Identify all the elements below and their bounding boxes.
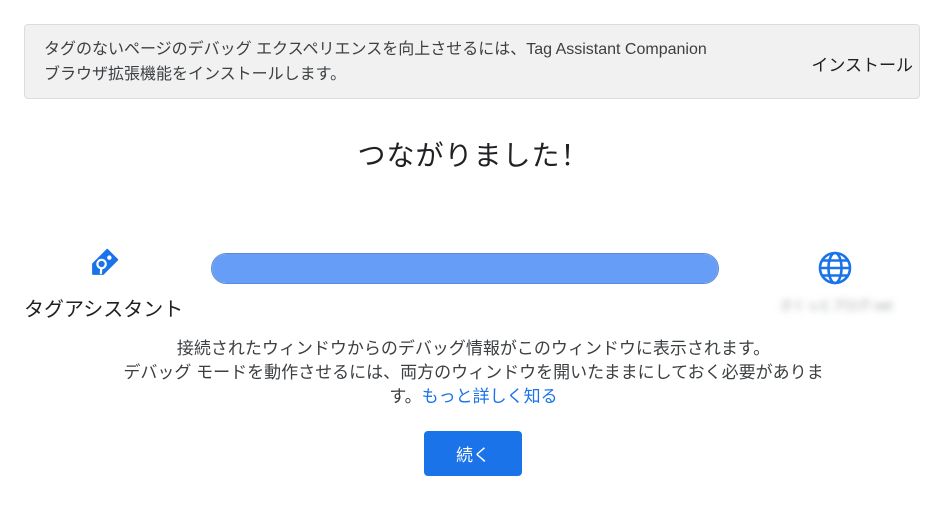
continue-button[interactable]: 続く [424,431,522,476]
page: タグのないページのデバッグ エクスペリエンスを向上させるには、Tag Assis… [0,0,947,518]
learn-more-link[interactable]: もっと詳しく知る [422,387,558,406]
site-label: さくっとブログ.net [779,298,893,313]
tag-assistant-icon [92,248,119,275]
extension-banner: タグのないページのデバッグ エクスペリエンスを向上させるには、Tag Assis… [24,24,920,99]
description-line-1: 接続されたウィンドウからのデバッグ情報がこのウィンドウに表示されます。 [176,339,771,358]
banner-message: タグのないページのデバッグ エクスペリエンスを向上させるには、Tag Assis… [44,41,707,83]
connection-progress-bar [211,253,719,284]
globe-icon [818,251,852,285]
connection-progress-fill [212,254,718,283]
tag-assistant-label: タグアシスタント [24,299,184,321]
install-button[interactable]: インストール [811,51,913,76]
page-title: つながりました！ [357,140,590,171]
connection-description: 接続されたウィンドウからのデバッグ情報がこのウィンドウに表示されます。 デバッグ… [120,337,827,409]
